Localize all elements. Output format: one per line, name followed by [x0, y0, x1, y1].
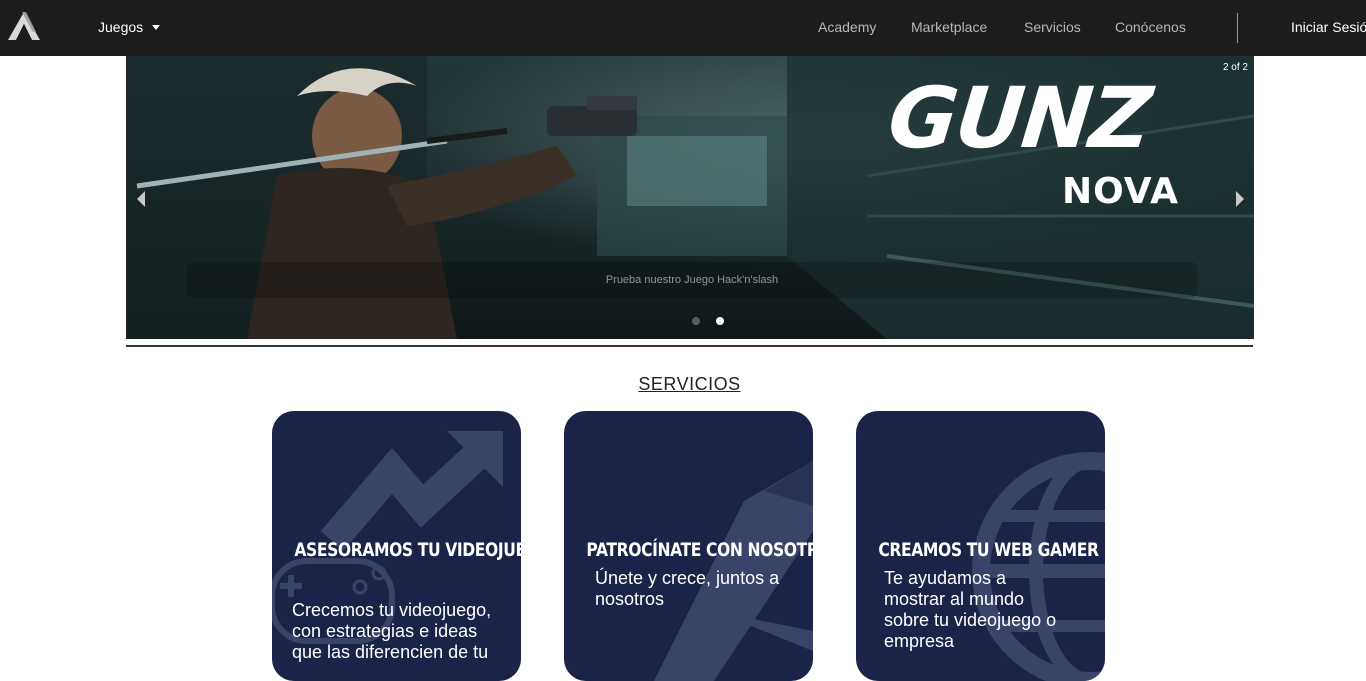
nav-divider: [1237, 13, 1238, 43]
triangle-logo-icon[interactable]: [6, 10, 42, 42]
carousel-dot-1[interactable]: [692, 317, 700, 325]
carousel-indicators: [692, 317, 724, 325]
nav-link-conocenos[interactable]: Conócenos: [1115, 19, 1186, 35]
section-divider: [126, 345, 1253, 347]
nav-link-academy[interactable]: Academy: [818, 19, 876, 35]
card-description: Te ayudamos a mostrar al mundo sobre tu …: [884, 568, 1057, 651]
games-dropdown[interactable]: Juegos: [98, 19, 161, 35]
card-title: CREAMOS TU WEB GAMER: [878, 539, 1099, 561]
slide-counter: 2 of 2: [1222, 62, 1248, 73]
card-description: Crecemos tu videojuego, con estrategias …: [292, 600, 492, 662]
services-heading: SERVICIOS: [638, 374, 741, 394]
game-logo-main: GUNZ: [883, 69, 1155, 167]
card-description: Únete y crece, juntos a nosotros: [595, 568, 780, 609]
card-title: PATROCÍNATE CON NOSOTROS: [586, 539, 813, 561]
caret-down-icon: [152, 24, 161, 30]
hero-carousel[interactable]: 2 of 2 GUNZ NOVA Prueba nuestro Juego Ha…: [126, 56, 1254, 339]
carousel-dot-2[interactable]: [716, 317, 724, 325]
login-link[interactable]: Iniciar Sesión: [1291, 19, 1366, 35]
card-title: ASESORAMOS TU VIDEOJUEGO: [294, 539, 521, 561]
games-dropdown-label: Juegos: [98, 19, 144, 35]
service-card-sponsor[interactable]: PATROCÍNATE CON NOSOTROS Únete y crece, …: [564, 411, 813, 681]
carousel-next-icon[interactable]: [1236, 191, 1244, 207]
top-navbar: Juegos Academy Marketplace Servicios Con…: [0, 0, 1366, 56]
game-logo: GUNZ NOVA: [884, 69, 1189, 216]
nav-link-servicios[interactable]: Servicios: [1024, 19, 1081, 35]
slide-caption: Prueba nuestro Juego Hack'n'slash: [187, 262, 1197, 298]
nav-link-marketplace[interactable]: Marketplace: [911, 19, 987, 35]
game-logo-sub: NOVA: [1061, 171, 1179, 212]
carousel-prev-icon[interactable]: [137, 191, 145, 207]
service-card-advisory[interactable]: ASESORAMOS TU VIDEOJUEGO Crecemos tu vid…: [272, 411, 521, 681]
service-card-web[interactable]: CREAMOS TU WEB GAMER Te ayudamos a mostr…: [856, 411, 1105, 681]
